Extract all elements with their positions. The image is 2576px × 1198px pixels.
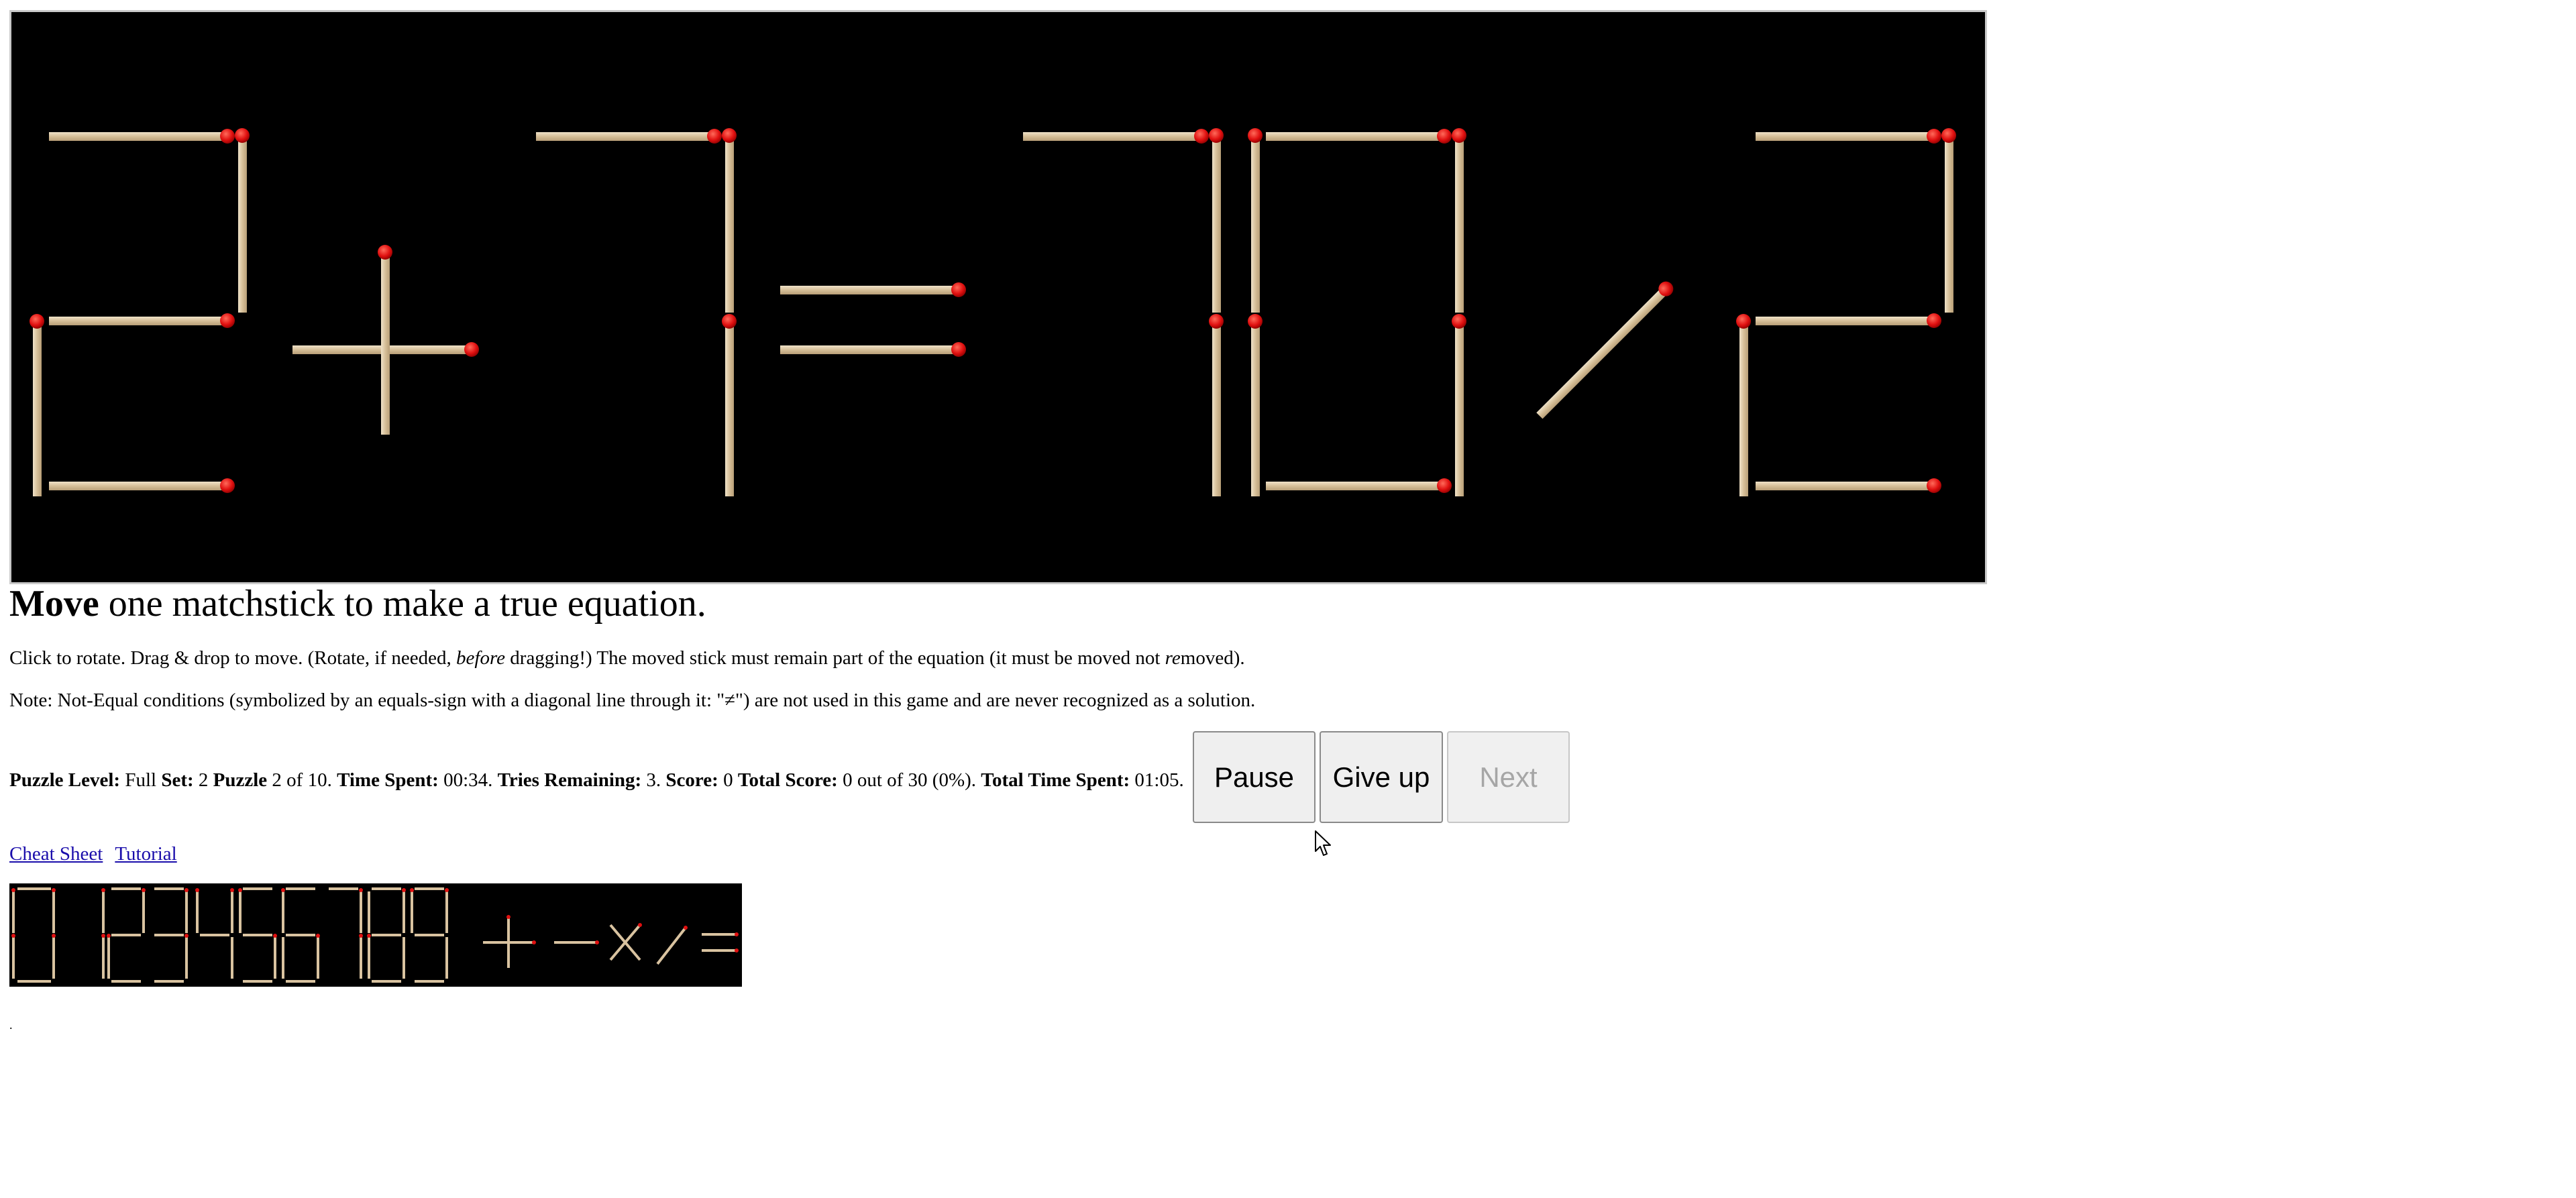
matchstick[interactable] [1266,478,1452,493]
score-label: Score: [665,769,718,791]
matchstick[interactable] [1209,314,1224,496]
plus-sign[interactable] [292,245,479,435]
matchstick[interactable] [49,129,235,144]
instruction-line-2: Note: Not-Equal conditions (symbolized b… [9,690,1256,711]
matchstick[interactable] [780,282,966,297]
total-score-value: 0 out of 30 (0%). [837,769,981,791]
equals-sign[interactable] [780,282,966,357]
set-label: Set: [161,769,194,791]
title-rest: one matchstick to make a true equation. [99,583,706,624]
matchstick[interactable] [536,129,722,144]
instruction-text: dragging!) The moved stick must remain p… [505,647,1165,669]
digit-2-first[interactable] [30,128,250,496]
instruction-text: Click to rotate. Drag & drop to move. (R… [9,647,457,669]
matchstick[interactable] [1452,128,1466,313]
puzzle-board[interactable] [9,10,1987,584]
puzzle-value: 2 of 10. [267,769,337,791]
instruction-emphasis: re [1165,647,1181,669]
total-time-value: 01:05. [1130,769,1184,791]
matchstick[interactable] [1266,129,1452,144]
instruction-text: moved). [1180,647,1245,669]
mouse-cursor-icon [1315,830,1331,856]
matchstick[interactable] [49,478,235,493]
time-value: 00:34. [438,769,498,791]
puzzle-label: Puzzle [213,769,268,791]
instruction-emphasis: before [456,647,506,669]
set-value: 2 [193,769,213,791]
matchstick[interactable] [30,314,44,496]
matchstick[interactable] [1756,478,1941,493]
digit-7[interactable] [536,128,737,496]
matchstick[interactable] [1248,314,1263,496]
matchstick[interactable] [722,314,737,496]
give-up-button[interactable]: Give up [1320,731,1443,823]
tutorial-link[interactable]: Tutorial [115,843,176,865]
score-value: 0 [718,769,738,791]
next-button: Next [1447,731,1570,823]
digit-2-last[interactable] [1736,128,1956,496]
help-links: Cheat Sheet Tutorial [9,842,189,865]
total-time-label: Total Time Spent: [981,769,1130,791]
matchstick[interactable] [1756,313,1941,328]
digit-0[interactable] [1248,128,1466,496]
cheat-sheet-glyphs [11,887,739,983]
cheat-sheet-link[interactable]: Cheat Sheet [9,843,103,865]
instruction-title: Move one matchstick to make a true equat… [9,581,706,627]
divide-sign[interactable] [1534,278,1676,421]
footer-dot: . [9,1018,13,1032]
matchstick[interactable] [722,128,737,313]
digit-7-second[interactable] [1023,128,1224,496]
matchstick-equation[interactable] [11,12,1985,582]
total-score-label: Total Score: [737,769,838,791]
matchstick[interactable] [1452,314,1466,496]
matchstick[interactable] [1023,129,1209,144]
matchstick[interactable] [49,313,235,328]
pause-button[interactable]: Pause [1193,731,1316,823]
matchstick[interactable] [1209,128,1224,313]
matchstick[interactable] [1248,128,1263,313]
title-bold: Move [9,583,99,624]
matchstick[interactable] [780,342,966,357]
matchstick[interactable] [235,128,250,313]
time-label: Time Spent: [337,769,439,791]
matchstick[interactable] [378,245,392,435]
tries-label: Tries Remaining: [497,769,642,791]
matchstick[interactable] [1756,129,1941,144]
level-label: Puzzle Level: [9,769,121,791]
status-bar: Puzzle Level: Full Set: 2 Puzzle 2 of 10… [9,769,1184,792]
tries-value: 3. [641,769,666,791]
matchstick[interactable] [1736,314,1751,496]
instruction-line-1: Click to rotate. Drag & drop to move. (R… [9,647,1245,669]
matchstick[interactable] [1941,128,1956,313]
matchstick[interactable] [1534,278,1676,421]
level-value: Full [120,769,162,791]
cheat-sheet-image [9,883,742,987]
